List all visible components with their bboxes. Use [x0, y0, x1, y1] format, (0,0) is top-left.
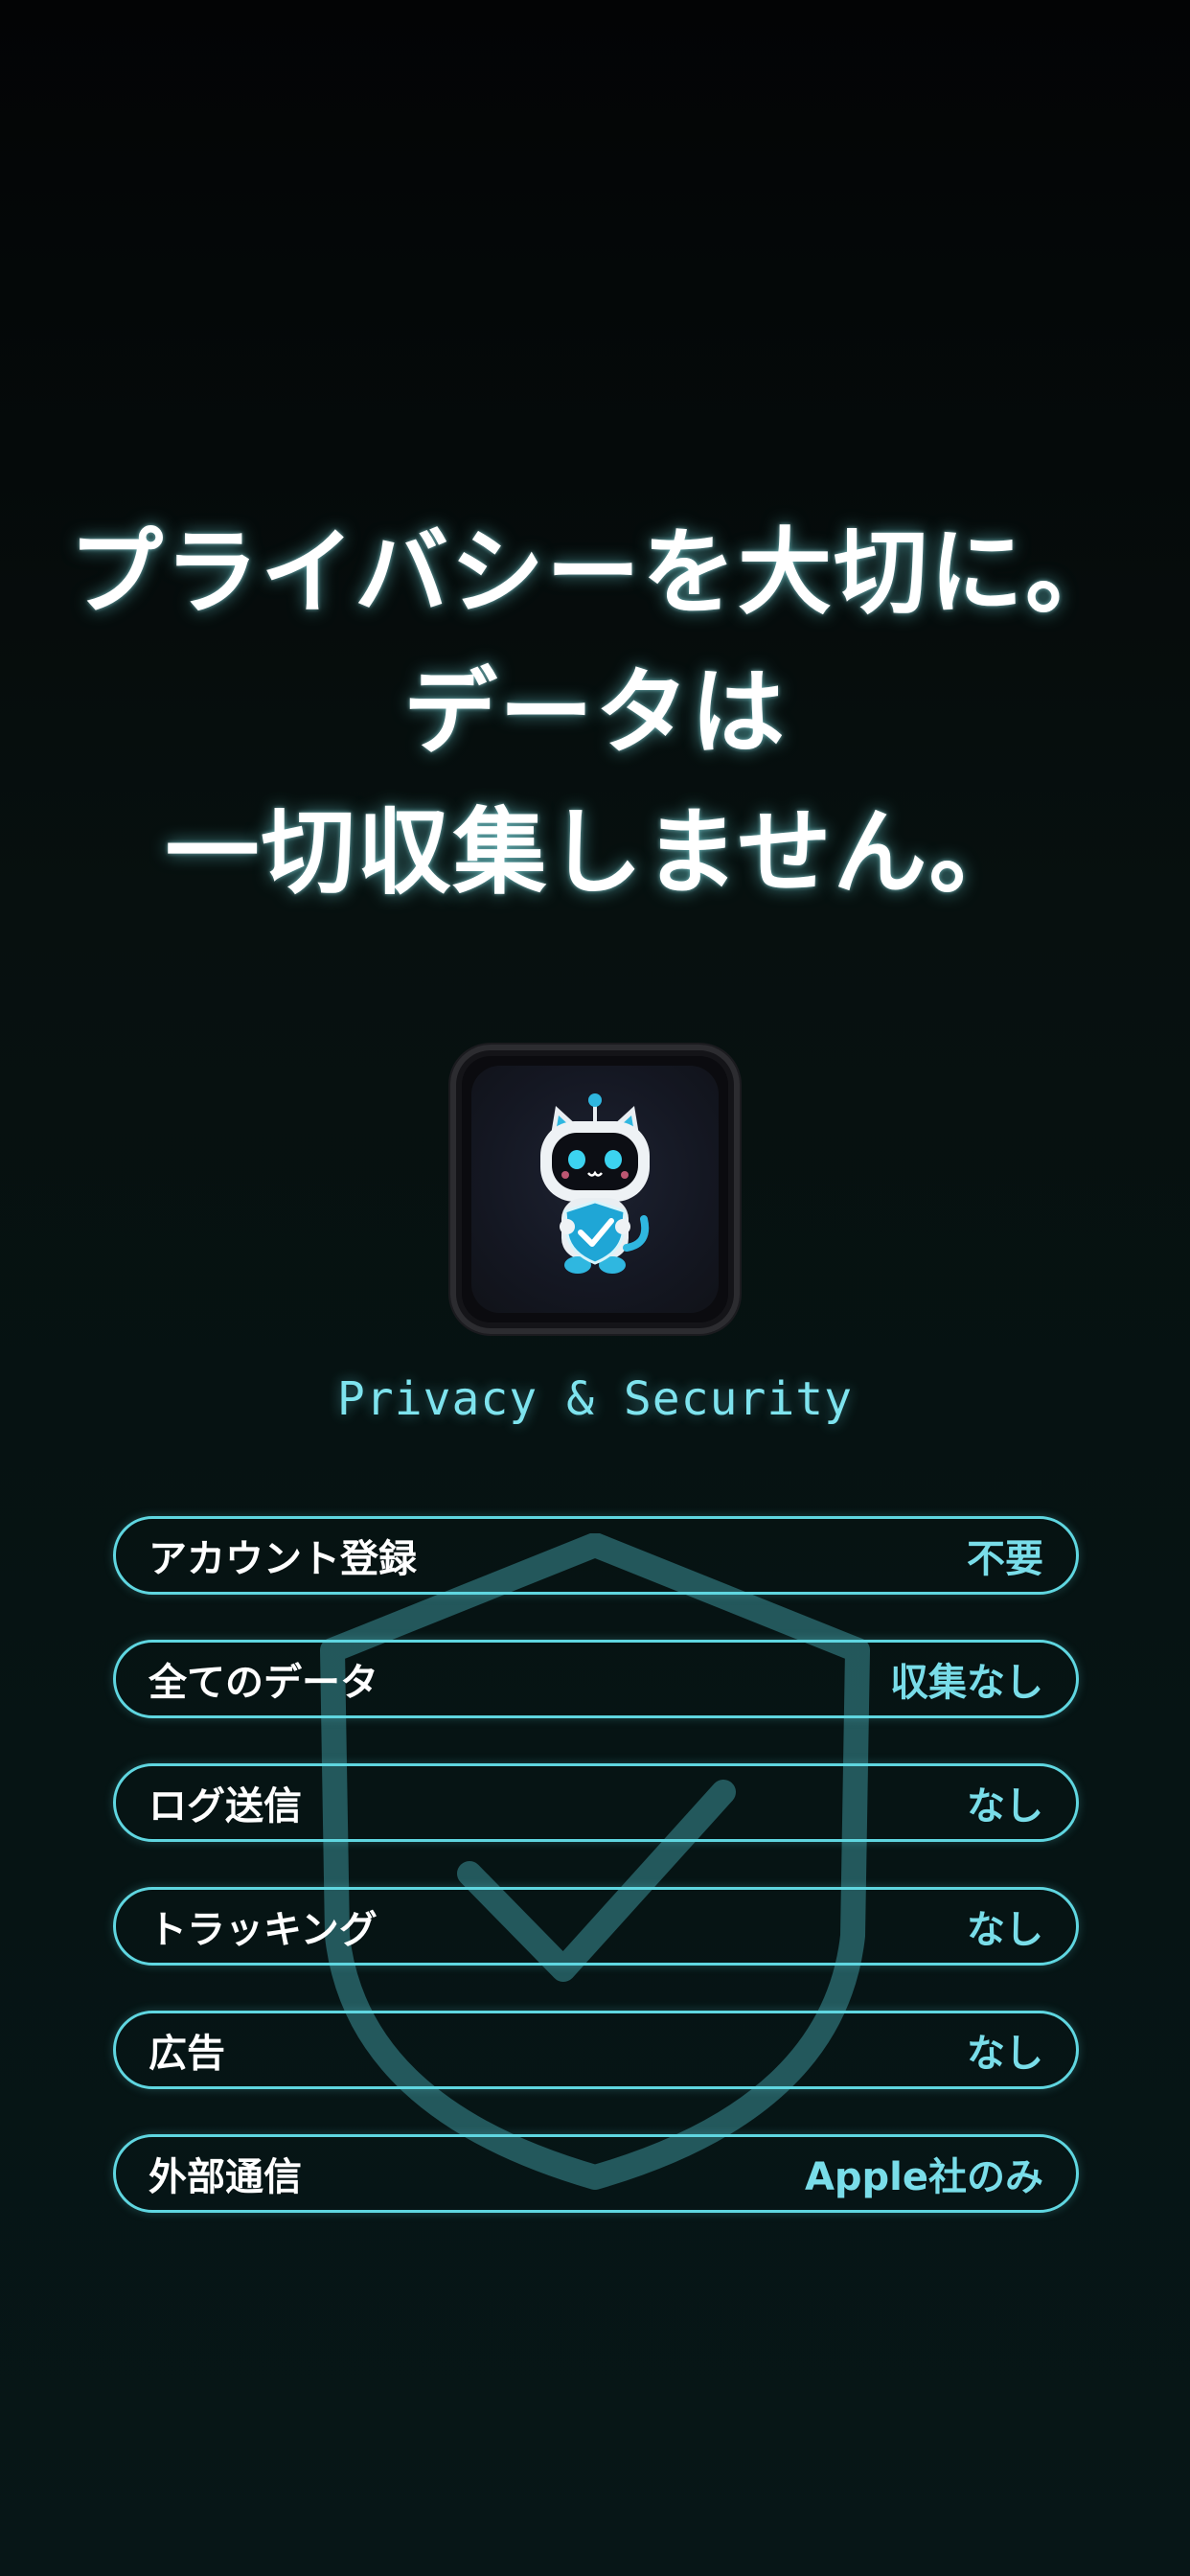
row-value: なし [967, 1784, 1043, 1828]
row-external-communication: 外部通信 Apple社のみ [113, 2134, 1079, 2213]
row-value: なし [967, 2032, 1043, 2076]
subtitle: Privacy & Security [336, 1372, 854, 1426]
row-tracking: トラッキング なし [113, 1887, 1079, 1966]
row-label: 外部通信 [149, 2155, 302, 2199]
row-label: ログ送信 [149, 1784, 302, 1828]
row-ads: 広告 なし [113, 2011, 1079, 2089]
row-value: なし [967, 1908, 1043, 1952]
row-label: アカウント登録 [149, 1537, 417, 1581]
headline: プライバシーを大切に。 データは 一切収集しません。 [0, 503, 1190, 923]
row-label: トラッキング [149, 1908, 378, 1952]
app-icon [450, 1045, 740, 1334]
row-value: Apple社のみ [804, 2155, 1043, 2199]
shield-check-icon [320, 1533, 870, 2190]
row-value: 不要 [967, 1537, 1043, 1581]
headline-line-3: 一切収集しません。 [165, 798, 1025, 908]
headline-line-1: プライバシーを大切に。 [68, 518, 1122, 628]
row-all-data: 全てのデータ 収集なし [113, 1640, 1079, 1718]
mascot-icon [471, 1066, 719, 1313]
row-label: 全てのデータ [149, 1661, 378, 1705]
row-label: 広告 [149, 2032, 225, 2076]
row-value: 収集なし [890, 1661, 1043, 1705]
row-log-sending: ログ送信 なし [113, 1763, 1079, 1842]
headline-line-2: データは [402, 658, 787, 768]
row-account-registration: アカウント登録 不要 [113, 1516, 1079, 1595]
